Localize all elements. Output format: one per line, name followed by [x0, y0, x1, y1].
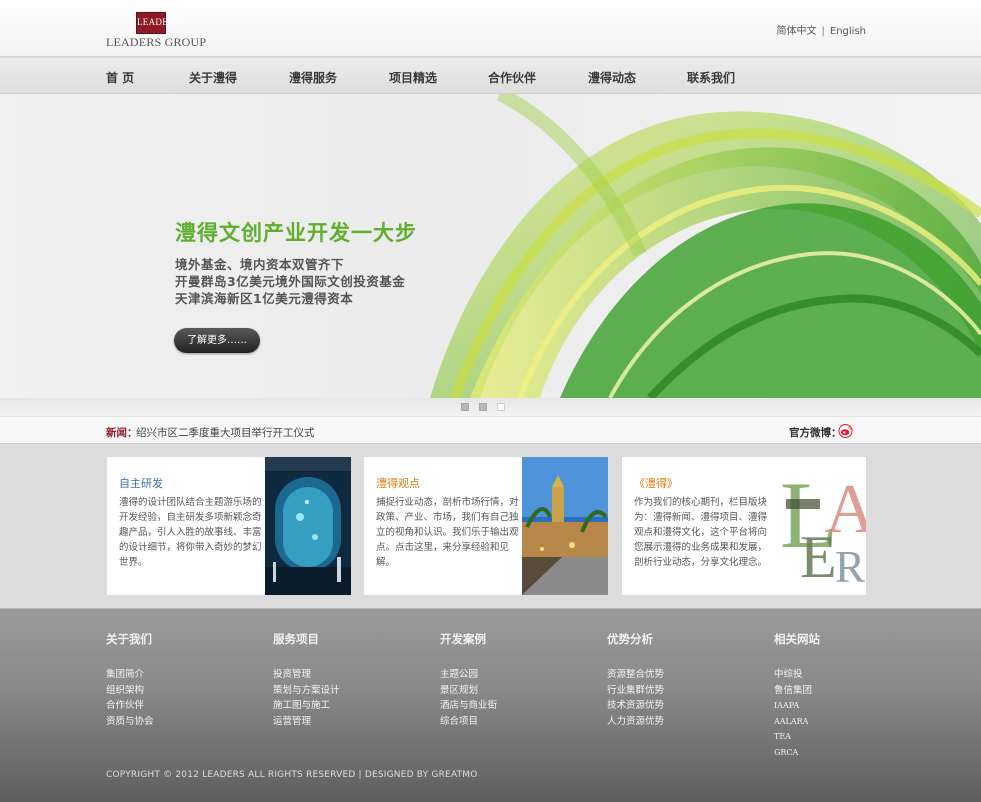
footer-link[interactable]: 运营管理	[273, 714, 340, 730]
feature-cards: 自主研发 澧得的设计团队结合主题游乐场的开发经验，自主研发多项新颖念奇趣产品，引…	[0, 444, 981, 608]
banner-line-3: 天津滨海新区1亿美元澧得资本	[175, 291, 354, 306]
lang-separator: |	[821, 26, 825, 37]
footer-link[interactable]: GRCA	[774, 745, 820, 761]
weibo-label: 官方微博：	[789, 427, 842, 439]
language-switcher: 简体中文 | English	[777, 22, 866, 37]
footer-link[interactable]: 集团简介	[106, 667, 154, 683]
footer-link[interactable]: 资质与协会	[106, 714, 154, 730]
news-label: 新闻：	[106, 427, 138, 439]
nav-about[interactable]: 关于澧得	[189, 69, 237, 86]
footer-link[interactable]: 鲁信集团	[774, 683, 820, 699]
card-text: 作为我们的核心期刊，栏目版块为：澧得新闻、澧得项目、澧得观点和澧得文化，这个平台…	[634, 497, 768, 568]
footer-link[interactable]: 中综投	[774, 667, 820, 683]
weibo-icon[interactable]	[838, 424, 853, 438]
footer-link[interactable]: 合作伙伴	[106, 698, 154, 714]
footer-link[interactable]: 主题公园	[440, 667, 497, 683]
lang-chinese-link[interactable]: 简体中文	[777, 26, 817, 37]
slider-dot-3[interactable]	[497, 403, 505, 411]
nav-contact[interactable]: 联系我们	[687, 69, 735, 86]
card-title[interactable]: 澧得观点	[376, 475, 420, 491]
footer-col-title: 服务项目	[273, 632, 319, 646]
nav-home[interactable]: 首 页	[106, 69, 134, 86]
footer-col-advantages: 优势分析 资源整合优势 行业集群优势 技术资源优势 人力资源优势	[607, 631, 664, 729]
card-text: 捕捉行业动态，剖析市场行情，对政策、产业、市场，我们有自己独立的视角和认识。我们…	[376, 497, 519, 568]
footer-col-title: 优势分析	[607, 632, 653, 646]
copyright: COPYRIGHT © 2012 LEADERS ALL RIGHTS RESE…	[106, 770, 478, 780]
card-title[interactable]: 自主研发	[119, 475, 163, 491]
card-research[interactable]: 自主研发 澧得的设计团队结合主题游乐场的开发经验，自主研发多项新颖念奇趣产品，引…	[107, 457, 351, 595]
nav-news[interactable]: 澧得动态	[588, 69, 636, 86]
footer-link[interactable]: 行业集群优势	[607, 683, 664, 699]
footer-link[interactable]: 组织架构	[106, 683, 154, 699]
footer-link[interactable]: 人力资源优势	[607, 714, 664, 730]
learn-more-button[interactable]: 了解更多……	[174, 328, 260, 353]
news-headline-link[interactable]: 绍兴市区二季度重大项目举行开工仪式	[136, 425, 315, 440]
footer: 关于我们 集团简介 组织架构 合作伙伴 资质与协会 服务项目 投资管理 策划与方…	[0, 608, 981, 802]
slider-dot-2[interactable]	[479, 403, 487, 411]
footer-link[interactable]: 投资管理	[273, 667, 340, 683]
footer-link[interactable]: 资源整合优势	[607, 667, 664, 683]
nav-projects[interactable]: 项目精选	[389, 69, 437, 86]
footer-link[interactable]: 综合项目	[440, 714, 497, 730]
footer-col-cases: 开发案例 主题公园 景区规划 酒店与商业街 综合项目	[440, 631, 497, 729]
svg-text:R: R	[835, 542, 865, 592]
banner-swirl-graphic	[430, 94, 981, 398]
footer-link[interactable]: 施工图与施工	[273, 698, 340, 714]
logo-mark: LEADERS	[136, 12, 180, 34]
footer-col-about: 关于我们 集团简介 组织架构 合作伙伴 资质与协会	[106, 631, 154, 729]
nav-partners[interactable]: 合作伙伴	[488, 69, 536, 86]
resort-image	[522, 457, 608, 595]
card-title[interactable]: 《澧得》	[634, 475, 678, 491]
footer-link[interactable]: 策划与方案设计	[273, 683, 340, 699]
header: LEADERS LEADERS GROUP 简体中文 | English	[0, 0, 981, 57]
footer-col-services: 服务项目 投资管理 策划与方案设计 施工图与施工 运营管理	[273, 631, 340, 729]
news-bar: 新闻： 绍兴市区二季度重大项目举行开工仪式 官方微博：	[0, 416, 981, 444]
footer-link[interactable]: AALARA	[774, 714, 820, 730]
banner-title: 澧得文创产业开发一大步	[175, 221, 417, 245]
footer-col-related-sites: 相关网站 中综投 鲁信集团 IAAPA AALARA TEA GRCA	[774, 631, 820, 760]
footer-col-title: 相关网站	[774, 632, 820, 646]
lang-english-link[interactable]: English	[830, 26, 866, 37]
footer-col-title: 开发案例	[440, 632, 486, 646]
leaders-magazine-image: L A E R	[780, 457, 866, 595]
logo-text: LEADERS GROUP	[106, 35, 207, 49]
card-text: 澧得的设计团队结合主题游乐场的开发经验，自主研发多项新颖念奇趣产品，引人入胜的故…	[119, 497, 262, 568]
footer-link[interactable]: 酒店与商业街	[440, 698, 497, 714]
footer-col-title: 关于我们	[106, 632, 152, 646]
footer-link[interactable]: 景区规划	[440, 683, 497, 699]
main-nav: 首 页 关于澧得 澧得服务 项目精选 合作伙伴 澧得动态 联系我们	[0, 58, 981, 94]
svg-text:E: E	[800, 524, 837, 590]
aquarium-image	[265, 457, 351, 595]
footer-link[interactable]: IAAPA	[774, 698, 820, 714]
footer-link[interactable]: TEA	[774, 729, 820, 745]
card-viewpoint[interactable]: 澧得观点 捕捉行业动态，剖析市场行情，对政策、产业、市场，我们有自己独立的视角和…	[364, 457, 608, 595]
footer-link[interactable]: 技术资源优势	[607, 698, 664, 714]
slider-dot-1[interactable]	[461, 403, 469, 411]
nav-services[interactable]: 澧得服务	[289, 69, 337, 86]
card-magazine[interactable]: 《澧得》 作为我们的核心期刊，栏目版块为：澧得新闻、澧得项目、澧得观点和澧得文化…	[622, 457, 866, 595]
logo-mark-text: LEADERS	[137, 17, 180, 27]
hero-banner: 澧得文创产业开发一大步 境外基金、境内资本双管齐下 开曼群岛3亿美元境外国际文创…	[0, 94, 981, 398]
slider-indicator	[0, 398, 981, 416]
logo[interactable]: LEADERS LEADERS GROUP	[106, 10, 207, 50]
